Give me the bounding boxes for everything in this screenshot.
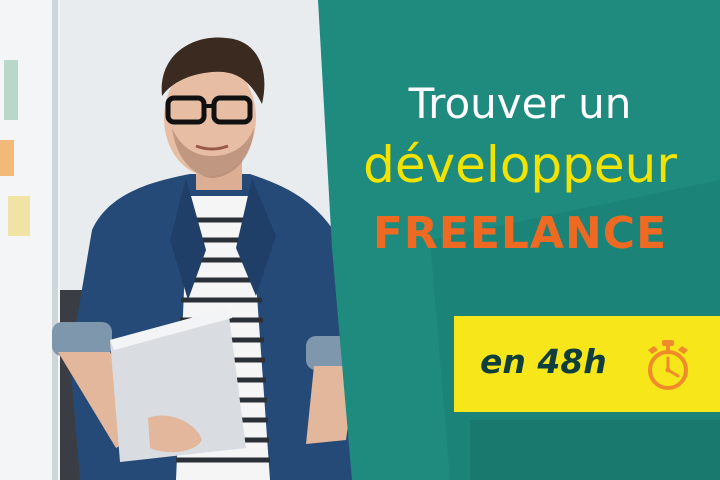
badge-text: en 48h [480, 342, 607, 381]
headline-line-2: développeur [363, 136, 677, 194]
freelance-banner: Trouver un développeur FREELANCE en 48h [0, 0, 720, 480]
headline-line-3: FREELANCE [372, 208, 668, 259]
stopwatch-icon [642, 338, 694, 392]
headline: Trouver un développeur FREELANCE [330, 78, 710, 264]
headline-line-1: Trouver un [408, 79, 632, 128]
delivery-badge: en 48h [454, 316, 720, 412]
